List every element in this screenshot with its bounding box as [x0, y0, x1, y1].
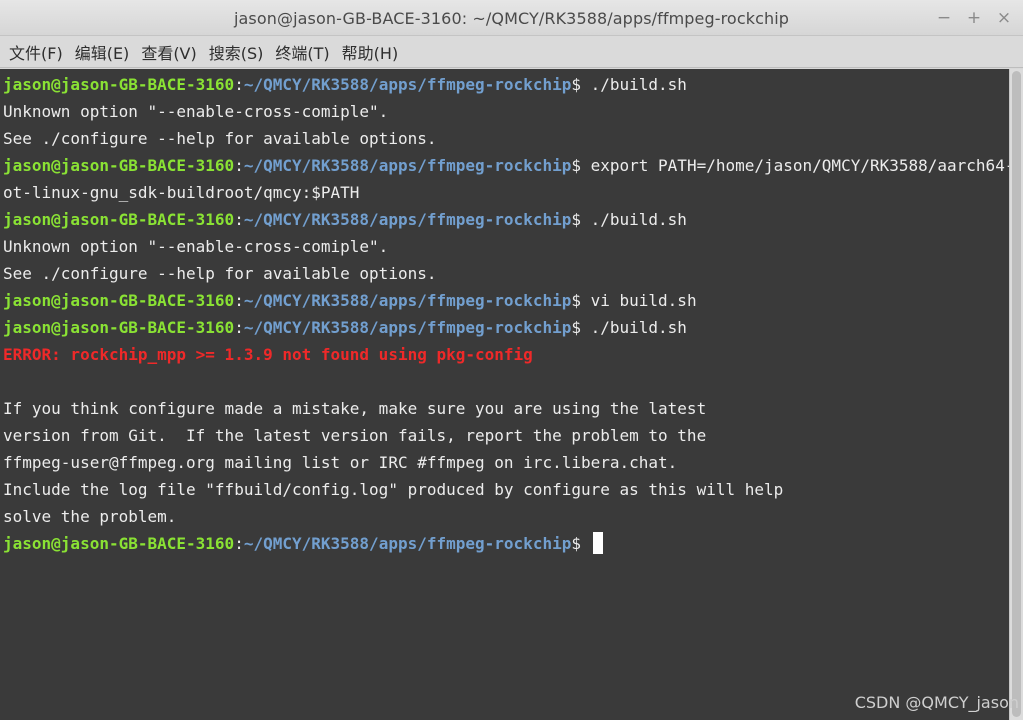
output-line: version from Git. If the latest version …	[3, 422, 1009, 449]
window-controls: − + ×	[931, 6, 1017, 30]
command-text: ./build.sh	[590, 75, 687, 94]
menu-search[interactable]: 搜索(S)	[204, 36, 269, 68]
scrollbar-thumb[interactable]	[1012, 71, 1021, 717]
command-text: ./build.sh	[590, 318, 687, 337]
maximize-button[interactable]: +	[961, 6, 987, 30]
menu-file[interactable]: 文件(F)	[4, 36, 68, 68]
prompt-user: jason@jason-GB-BACE-3160	[3, 75, 235, 94]
terminal-window: jason@jason-GB-BACE-3160: ~/QMCY/RK3588/…	[0, 0, 1023, 720]
prompt-separator: :	[234, 291, 244, 310]
output-text: See ./configure --help for available opt…	[3, 129, 437, 148]
output-line: Unknown option "--enable-cross-comiple".	[3, 233, 1009, 260]
window-title: jason@jason-GB-BACE-3160: ~/QMCY/RK3588/…	[233, 9, 790, 28]
output-text: If you think configure made a mistake, m…	[3, 399, 707, 418]
command-text: export PATH=/home/jason/QMCY/RK3588/aarc…	[590, 156, 1009, 175]
output-line: Unknown option "--enable-cross-comiple".	[3, 98, 1009, 125]
prompt-symbol: $	[571, 318, 591, 337]
prompt-symbol: $	[571, 75, 591, 94]
prompt-separator: :	[234, 156, 244, 175]
prompt-line: jason@jason-GB-BACE-3160:~/QMCY/RK3588/a…	[3, 530, 1009, 557]
menu-edit[interactable]: 编辑(E)	[70, 36, 135, 68]
prompt-line: jason@jason-GB-BACE-3160:~/QMCY/RK3588/a…	[3, 206, 1009, 233]
output-text: Unknown option "--enable-cross-comiple".	[3, 102, 389, 121]
scrollbar[interactable]	[1009, 69, 1023, 720]
prompt-path: ~/QMCY/RK3588/apps/ffmpeg-rockchip	[243, 210, 572, 229]
title-bar[interactable]: jason@jason-GB-BACE-3160: ~/QMCY/RK3588/…	[0, 0, 1023, 36]
output-line: ot-linux-gnu_sdk-buildroot/qmcy:$PATH	[3, 179, 1009, 206]
menu-bar: 文件(F) 编辑(E) 查看(V) 搜索(S) 终端(T) 帮助(H)	[0, 36, 1023, 68]
prompt-separator: :	[234, 534, 244, 553]
prompt-user: jason@jason-GB-BACE-3160	[3, 534, 235, 553]
command-text: ./build.sh	[590, 210, 687, 229]
prompt-line: jason@jason-GB-BACE-3160:~/QMCY/RK3588/a…	[3, 287, 1009, 314]
output-text: Include the log file "ffbuild/config.log…	[3, 480, 784, 499]
output-line: See ./configure --help for available opt…	[3, 260, 1009, 287]
prompt-user: jason@jason-GB-BACE-3160	[3, 291, 235, 310]
error-text: ERROR: rockchip_mpp >= 1.3.9 not found u…	[3, 345, 533, 364]
command-text: vi build.sh	[590, 291, 697, 310]
prompt-user: jason@jason-GB-BACE-3160	[3, 318, 235, 337]
output-line: Include the log file "ffbuild/config.log…	[3, 476, 1009, 503]
menu-help[interactable]: 帮助(H)	[337, 36, 404, 68]
terminal-output[interactable]: jason@jason-GB-BACE-3160:~/QMCY/RK3588/a…	[0, 69, 1009, 720]
prompt-symbol: $	[571, 156, 591, 175]
output-line: ffmpeg-user@ffmpeg.org mailing list or I…	[3, 449, 1009, 476]
output-line: If you think configure made a mistake, m…	[3, 395, 1009, 422]
prompt-separator: :	[234, 210, 244, 229]
prompt-symbol: $	[571, 210, 591, 229]
prompt-symbol: $	[571, 291, 591, 310]
output-text: solve the problem.	[3, 507, 177, 526]
output-line: solve the problem.	[3, 503, 1009, 530]
minimize-button[interactable]: −	[931, 6, 957, 30]
watermark: CSDN @QMCY_jason	[854, 693, 1019, 712]
menu-view[interactable]: 查看(V)	[136, 36, 201, 68]
prompt-symbol: $	[571, 534, 591, 553]
close-button[interactable]: ×	[991, 6, 1017, 30]
prompt-user: jason@jason-GB-BACE-3160	[3, 210, 235, 229]
output-text: ot-linux-gnu_sdk-buildroot/qmcy:$PATH	[3, 183, 360, 202]
output-text: Unknown option "--enable-cross-comiple".	[3, 237, 389, 256]
menu-terminal[interactable]: 终端(T)	[270, 36, 334, 68]
text-cursor	[592, 532, 603, 554]
prompt-separator: :	[234, 75, 244, 94]
prompt-line: jason@jason-GB-BACE-3160:~/QMCY/RK3588/a…	[3, 71, 1009, 98]
prompt-path: ~/QMCY/RK3588/apps/ffmpeg-rockchip	[243, 318, 572, 337]
output-text: version from Git. If the latest version …	[3, 426, 707, 445]
prompt-path: ~/QMCY/RK3588/apps/ffmpeg-rockchip	[243, 291, 572, 310]
prompt-path: ~/QMCY/RK3588/apps/ffmpeg-rockchip	[243, 534, 572, 553]
prompt-line: jason@jason-GB-BACE-3160:~/QMCY/RK3588/a…	[3, 314, 1009, 341]
prompt-path: ~/QMCY/RK3588/apps/ffmpeg-rockchip	[243, 156, 572, 175]
output-line: See ./configure --help for available opt…	[3, 125, 1009, 152]
prompt-path: ~/QMCY/RK3588/apps/ffmpeg-rockchip	[243, 75, 572, 94]
prompt-user: jason@jason-GB-BACE-3160	[3, 156, 235, 175]
output-text: ffmpeg-user@ffmpeg.org mailing list or I…	[3, 453, 678, 472]
prompt-line: jason@jason-GB-BACE-3160:~/QMCY/RK3588/a…	[3, 152, 1009, 179]
error-line: ERROR: rockchip_mpp >= 1.3.9 not found u…	[3, 341, 1009, 368]
output-text: See ./configure --help for available opt…	[3, 264, 437, 283]
prompt-separator: :	[234, 318, 244, 337]
